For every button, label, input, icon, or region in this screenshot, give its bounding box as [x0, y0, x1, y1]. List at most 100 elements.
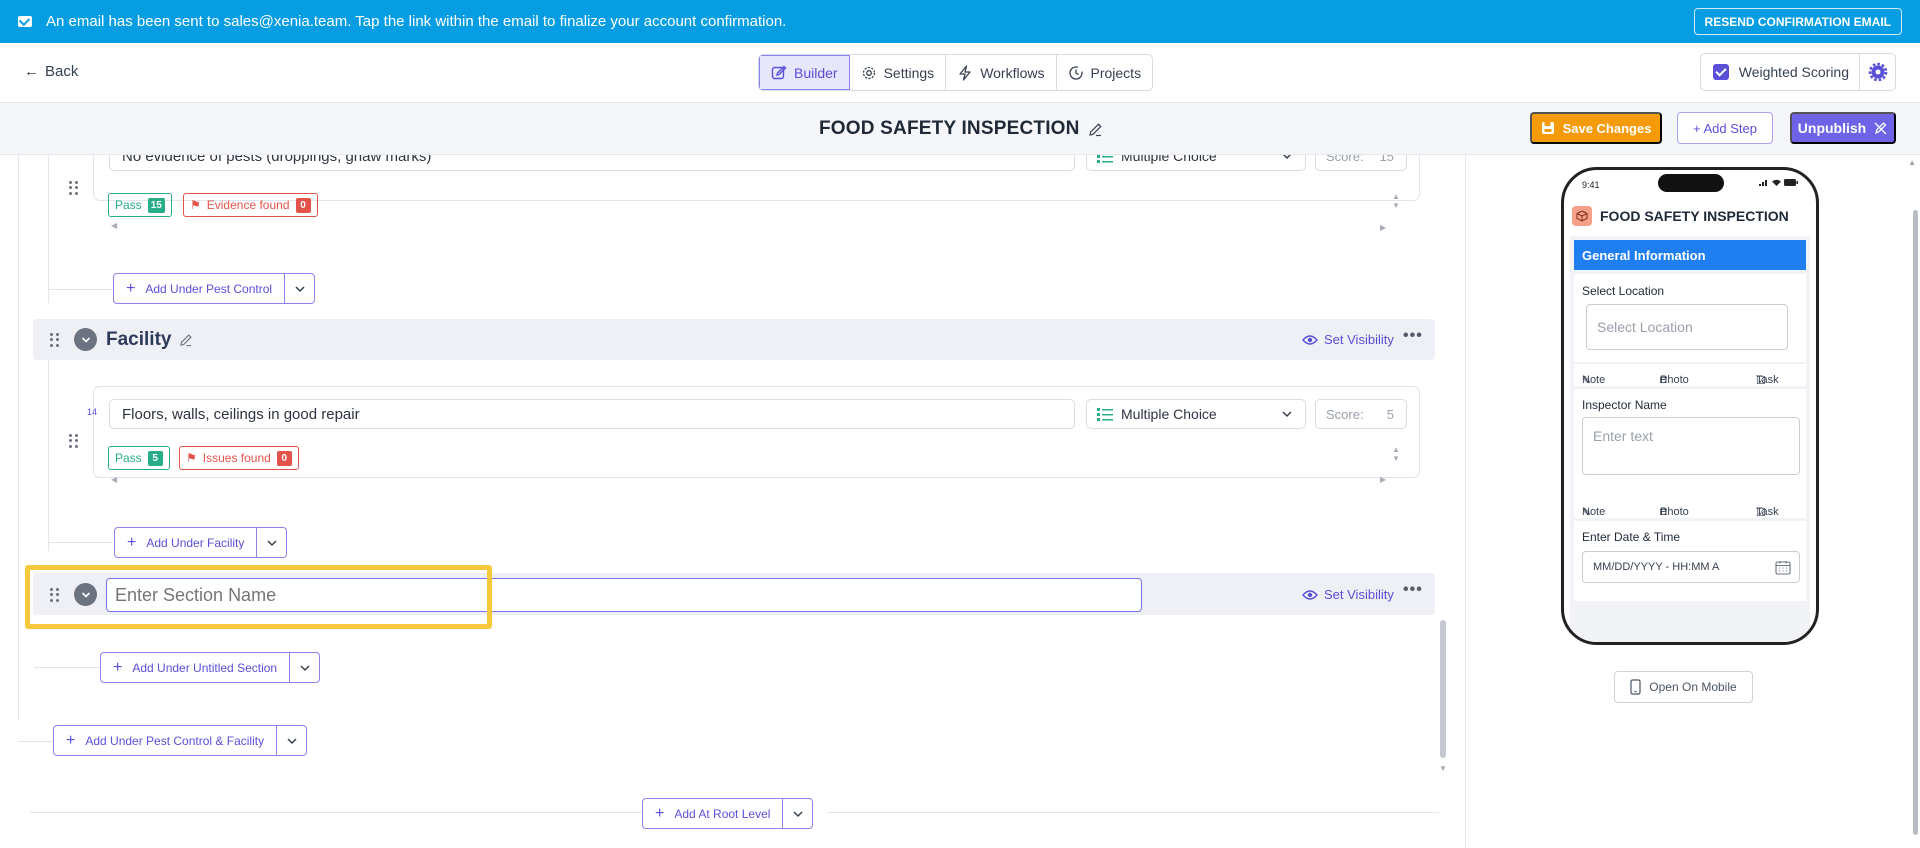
more-options-icon[interactable]: ••• — [1403, 581, 1423, 599]
tree-guide-line — [18, 155, 19, 720]
list-icon — [1097, 408, 1113, 421]
add-under-pest-facility-main[interactable]: + Add Under Pest Control & Facility — [54, 726, 276, 755]
task-label: Task — [1756, 374, 1779, 386]
add-options-dropdown[interactable] — [289, 653, 319, 682]
add-under-pest-control-facility-button[interactable]: + Add Under Pest Control & Facility — [53, 725, 308, 756]
section-drag-handle[interactable] — [50, 333, 60, 347]
score-value: 5 — [1386, 406, 1394, 422]
add-under-facility-button[interactable]: + Add Under Facility — [114, 527, 288, 558]
add-options-dropdown[interactable] — [284, 274, 314, 303]
section-collapse-button[interactable] — [74, 583, 97, 606]
option-chip-pass[interactable]: Pass 15 — [108, 193, 172, 217]
score-label: Score: — [1326, 406, 1364, 422]
option-chip-evidence-found[interactable]: ⚑ Evidence found 0 — [183, 193, 318, 217]
resend-confirmation-button[interactable]: RESEND CONFIRMATION EMAIL — [1693, 8, 1902, 35]
scroll-right-icon[interactable]: ▶ — [1380, 475, 1386, 484]
tab-settings-label: Settings — [883, 64, 935, 81]
mail-icon — [18, 16, 32, 27]
question-drag-handle[interactable] — [69, 181, 79, 195]
question-type-select[interactable]: Multiple Choice — [1086, 399, 1306, 429]
score-input[interactable]: Score: 15 — [1315, 155, 1407, 171]
chevron-down-icon — [287, 737, 297, 744]
scroll-up-icon[interactable]: ▲ — [1908, 158, 1916, 167]
set-visibility-facility[interactable]: Set Visibility — [1302, 332, 1394, 347]
add-at-root-level-button[interactable]: + Add At Root Level — [642, 798, 814, 829]
option-score-badge: 5 — [147, 450, 163, 466]
top-header: ← Back Builder Settings Workflows Projec… — [0, 43, 1920, 103]
add-at-root-main[interactable]: + Add At Root Level — [643, 799, 782, 828]
add-options-dropdown[interactable] — [782, 799, 812, 828]
save-changes-button[interactable]: Save Changes — [1530, 112, 1662, 144]
add-under-untitled-section-button[interactable]: + Add Under Untitled Section — [100, 652, 321, 683]
section-drag-handle[interactable] — [50, 588, 60, 602]
field-label: Enter Date & Time — [1582, 530, 1681, 544]
datetime-input[interactable]: MM/DD/YYYY - HH:MM A — [1582, 551, 1800, 583]
add-step-button[interactable]: + Add Step — [1677, 112, 1773, 144]
option-chip-pass[interactable]: Pass 5 — [108, 446, 170, 470]
tab-workflows[interactable]: Workflows — [946, 55, 1057, 90]
score-input[interactable]: Score: 5 — [1315, 399, 1407, 429]
edit-icon — [771, 65, 787, 79]
option-label: Issues found — [202, 451, 271, 465]
back-link[interactable]: ← Back — [24, 63, 78, 80]
task-label: Task — [1756, 506, 1779, 518]
tree-guide-line — [48, 155, 49, 303]
section-name-input[interactable] — [106, 578, 1142, 612]
unpublish-button[interactable]: Unpublish — [1790, 112, 1896, 144]
add-under-untitled-main[interactable]: + Add Under Untitled Section — [101, 653, 289, 682]
section-collapse-button[interactable] — [74, 328, 97, 351]
calendar-icon — [1775, 561, 1791, 575]
scroll-left-icon[interactable]: ◀ — [111, 475, 117, 484]
photo-label: Photo — [1660, 374, 1689, 386]
open-on-mobile-button[interactable]: Open On Mobile — [1614, 671, 1753, 703]
question-text-input[interactable]: No evidence of pests (droppings, gnaw ma… — [109, 155, 1075, 171]
weighted-scoring-control: Weighted Scoring — [1699, 53, 1896, 91]
arrow-left-icon: ← — [24, 63, 39, 80]
tab-builder-label: Builder — [794, 64, 838, 81]
add-options-dropdown[interactable] — [256, 528, 286, 557]
add-under-facility-main[interactable]: + Add Under Facility — [115, 528, 256, 557]
plus-icon: + — [126, 279, 136, 297]
add-button-label: Add Under Pest Control & Facility — [85, 733, 265, 748]
scroll-left-icon[interactable]: ◀ — [111, 221, 117, 230]
scroll-right-icon[interactable]: ▶ — [1380, 223, 1386, 232]
set-visibility-label: Set Visibility — [1324, 332, 1394, 347]
score-label: Score: — [1326, 155, 1364, 164]
option-label: Evidence found — [206, 198, 290, 212]
tab-settings[interactable]: Settings — [850, 55, 947, 90]
question-type-select[interactable]: Multiple Choice — [1086, 155, 1306, 171]
pencil-icon[interactable] — [1088, 122, 1103, 137]
weighted-scoring-settings-button[interactable] — [1859, 54, 1895, 90]
score-value: 15 — [1379, 155, 1394, 164]
clock-icon — [1068, 65, 1083, 80]
tree-guide-line — [48, 542, 113, 543]
chevron-down-icon — [1282, 411, 1292, 418]
builder-scrollbar[interactable] — [1440, 620, 1446, 758]
add-under-pest-control-button[interactable]: + Add Under Pest Control — [113, 273, 316, 304]
list-icon — [1097, 155, 1113, 163]
option-chip-issues-found[interactable]: ⚑ Issues found 0 — [179, 446, 299, 470]
more-options-icon[interactable]: ••• — [1403, 327, 1423, 345]
option-scroll-arrows[interactable]: ▲ ▼ — [1392, 445, 1400, 463]
preview-scrollbar[interactable] — [1913, 210, 1918, 835]
option-scroll-arrows[interactable]: ▲ ▼ — [1392, 192, 1400, 210]
tab-builder[interactable]: Builder — [759, 55, 850, 90]
chevron-down-icon — [300, 664, 310, 671]
add-options-dropdown[interactable] — [276, 726, 306, 755]
question-drag-handle[interactable] — [69, 434, 79, 448]
root-divider — [827, 812, 1439, 813]
weighted-scoring-checkbox[interactable] — [1712, 64, 1729, 80]
question-text-input[interactable]: Floors, walls, ceilings in good repair — [109, 399, 1075, 429]
pencil-icon[interactable] — [179, 333, 193, 347]
field-label: Select Location — [1582, 284, 1665, 298]
inspector-name-input[interactable]: Enter text — [1582, 417, 1800, 475]
location-select[interactable]: Select Location — [1586, 304, 1788, 350]
preview-field-inspector: Inspector Name Enter text — [1574, 389, 1806, 497]
tab-projects[interactable]: Projects — [1057, 55, 1153, 90]
add-under-pest-control-main[interactable]: + Add Under Pest Control — [114, 274, 284, 303]
open-on-mobile-label: Open On Mobile — [1649, 680, 1737, 694]
scroll-down-icon[interactable]: ▼ — [1439, 764, 1447, 773]
weighted-scoring-toggle[interactable]: Weighted Scoring — [1701, 64, 1859, 80]
tree-guide-line — [34, 667, 100, 668]
set-visibility-untitled[interactable]: Set Visibility — [1302, 587, 1394, 602]
